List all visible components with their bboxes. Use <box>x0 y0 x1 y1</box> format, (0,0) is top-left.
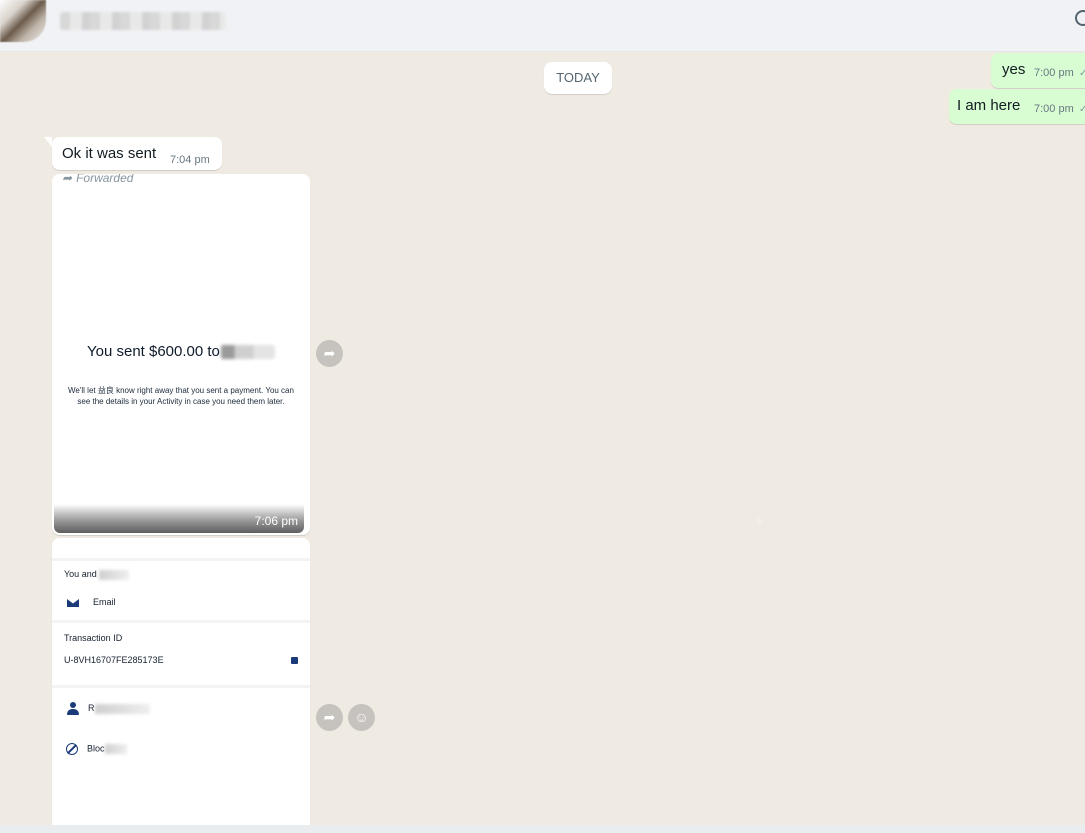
forwarded-label: ➦ Forwarded <box>62 174 133 185</box>
image-message[interactable]: You and Email Transaction ID U-8VH16707F… <box>52 538 310 828</box>
divider <box>52 558 310 561</box>
divider <box>52 620 310 623</box>
contact-name[interactable] <box>60 12 226 30</box>
message-text: I am here <box>957 97 1021 114</box>
forward-icon[interactable]: ➦ <box>316 340 343 367</box>
forwarded-text: Forwarded <box>76 174 134 185</box>
email-text: Email <box>93 597 116 607</box>
double-check-icon: ✓ <box>1079 68 1085 79</box>
divider <box>52 685 310 688</box>
person-icon <box>67 702 79 715</box>
message-time: 7:00 pm <box>1034 67 1074 79</box>
day-divider: TODAY <box>544 62 612 94</box>
payment-title-text: You sent $600.00 to <box>87 343 220 360</box>
payment-title: You sent $600.00 to <box>87 343 275 360</box>
message-text: Ok it was sent <box>62 145 157 162</box>
message-text: yes <box>1002 61 1026 78</box>
blurred-name <box>220 345 275 360</box>
message-bubble-incoming[interactable]: Ok it was sent 7:04 pm <box>44 137 222 170</box>
transaction-label: Transaction ID <box>64 633 123 643</box>
bubble-tail <box>44 137 52 147</box>
emoji-icon[interactable]: ☺ <box>348 704 375 731</box>
image-message[interactable]: ➦ Forwarded You sent $600.00 to We'll let… <box>52 174 310 535</box>
blurred-name <box>104 744 127 754</box>
block-icon <box>66 743 78 755</box>
email-row: Email <box>67 597 116 608</box>
mail-icon <box>67 598 79 608</box>
message-time: 7:04 pm <box>170 154 210 166</box>
chat-header <box>0 0 1085 52</box>
message-bubble-outgoing[interactable]: I am here 7:00 pm ✓ <box>949 89 1085 124</box>
block-text: Bloc <box>87 743 105 754</box>
avatar[interactable] <box>0 0 46 42</box>
payment-description: We'll let 益良 know right away that you se… <box>68 386 294 406</box>
you-and-text: You and <box>64 569 97 579</box>
blurred-name <box>99 569 130 580</box>
you-and-row: You and <box>64 569 130 580</box>
message-bubble-outgoing[interactable]: yes 7:00 pm ✓ <box>991 53 1085 88</box>
message-time: 7:06 pm <box>254 514 298 528</box>
block-row: Bloc <box>66 743 127 755</box>
double-check-icon: ✓ <box>1079 104 1085 115</box>
copy-icon <box>291 657 298 664</box>
forward-icon[interactable]: ➦ <box>316 704 343 731</box>
composer-strip <box>0 825 1085 833</box>
message-time: 7:00 pm <box>1034 103 1074 115</box>
transaction-id: U-8VH16707FE285173E <box>64 655 164 665</box>
blurred-name <box>94 703 150 714</box>
person-row: R <box>67 702 150 715</box>
search-icon[interactable] <box>1075 10 1085 26</box>
image-time-overlay: 7:06 pm <box>54 504 304 533</box>
forward-icon: ➦ <box>62 174 73 185</box>
